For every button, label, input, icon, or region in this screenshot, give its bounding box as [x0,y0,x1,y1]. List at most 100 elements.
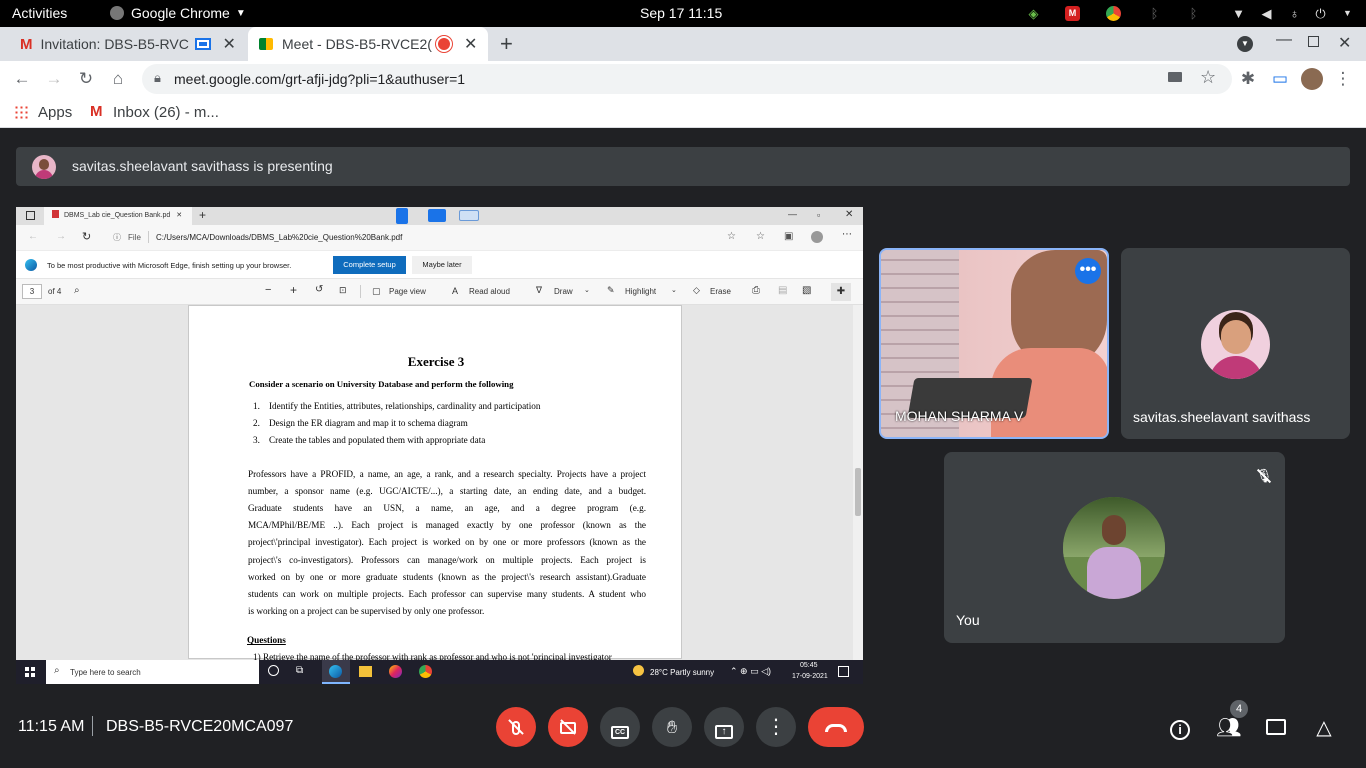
captions-icon: CC [611,726,629,739]
kebab-menu-icon[interactable]: ⋮ [1333,69,1353,89]
cast-icon[interactable]: ▭ [1270,69,1290,89]
tab-label: Meet - DBS-B5-RVCE2( [282,36,432,52]
minimize-button[interactable]: — [1276,31,1292,49]
caret-down-icon: ▼ [235,7,246,19]
para-line: worked on by one or more graduate studen… [248,572,646,582]
participant-tile-you[interactable]: 🎙︎ You [944,452,1285,643]
task-number: 2. [253,418,260,428]
forward-arrow-icon[interactable]: → [44,69,64,89]
captions-button[interactable]: CC [600,707,640,747]
search-icon: ⌕ [74,285,80,296]
firefox-icon [389,665,402,678]
people-icon[interactable]: 👥︎ [1216,716,1241,740]
hang-up-icon [825,724,847,732]
read-aloud-icon: A [452,286,459,296]
new-tab-icon: + [199,208,207,222]
edge-banner-text: To be most productive with Microsoft Edg… [47,261,292,270]
intro-text: Consider a scenario on University Databa… [249,379,514,389]
accessibility-icon [396,208,408,224]
footer-separator [92,716,93,736]
leave-call-button[interactable] [808,707,864,747]
draw-button: Draw [554,287,573,296]
power-icon[interactable]: ⏻ [1313,6,1328,21]
tab-meet[interactable]: Meet - DBS-B5-RVCE2( ✕ [248,27,488,61]
footer-time: 11:15 AM [18,718,85,735]
pdf-page: Exercise 3 Consider a scenario on Univer… [188,305,682,662]
camera-icon[interactable] [1168,72,1182,82]
gmail-icon: M [20,35,33,53]
activities-icon[interactable]: △ [1312,716,1336,740]
update-icon[interactable]: ◈ [1026,6,1041,21]
participant-name: savitas.sheelavant savithass [1133,409,1311,425]
close-window-button[interactable]: ✕ [1338,33,1351,53]
page-count: of 4 [48,287,62,296]
highlight-button: Highlight [625,287,657,296]
clock[interactable]: Sep 17 11:15 [640,5,722,21]
app-menu[interactable]: Google Chrome ▼ [110,5,246,21]
edge-setup-banner: To be most productive with Microsoft Edg… [16,252,863,279]
back-arrow-icon[interactable]: ← [12,69,32,89]
os-top-bar: Activities Google Chrome ▼ Sep 17 11:15 … [0,0,1366,27]
extensions-icon[interactable]: ✱ [1238,69,1258,89]
meeting-code: DBS-B5-RVCE20MCA097 [106,718,294,735]
mic-toggle-button[interactable] [496,707,536,747]
raise-hand-button[interactable]: ✋︎ [652,707,692,747]
forward-arrow-icon: → [56,231,66,242]
more-options-button[interactable]: ⋮ [756,707,796,747]
wifi-icon[interactable]: ▼ [1231,6,1246,21]
read-aloud-button: Read aloud [469,287,510,296]
tab-gmail-invitation[interactable]: M Invitation: DBS-B5-RVC ✕ [10,27,246,61]
home-icon[interactable]: ⌂ [108,69,128,89]
participant-tile-mohan[interactable]: ••• MOHAN SHARMA V [879,248,1109,439]
close-icon: ✕ [845,209,854,220]
bluetooth-icon[interactable]: ᛒ [1147,6,1162,21]
close-icon[interactable]: ✕ [464,34,477,54]
participant-tile-savitas[interactable]: savitas.sheelavant savithass [1121,248,1350,439]
erase-button: Erase [710,287,731,296]
shared-screen: DBMS_Lab cie_Question Bank.pd ✕ + — ▫ ✕ ←… [16,207,863,684]
taskbar-search: ⌕ Type here to search [46,660,259,684]
collections-icon: ▣ [784,231,794,242]
info-icon: ⓘ [113,233,121,242]
participant-avatar [1201,310,1270,379]
bookmark-apps[interactable]: Apps [38,104,72,121]
pin-icon: ✚ [831,283,851,301]
lock-icon[interactable]: 🔒︎ [154,70,161,86]
meet-icon [259,38,273,50]
star-icon[interactable]: ☆ [1200,67,1216,88]
url-text[interactable]: meet.google.com/grt-afji-jdg?pli=1&authu… [174,71,465,87]
reload-icon[interactable]: ↻ [76,69,96,89]
activities-button[interactable]: Activities [12,5,67,21]
meeting-details-icon[interactable]: i [1168,716,1192,740]
volume-icon[interactable]: ◀ [1259,6,1274,21]
weather-text: 28°C Partly sunny [650,668,715,677]
bookmark-inbox[interactable]: Inbox (26) - m... [113,104,219,121]
bluetooth-icon[interactable]: ᛒ [1186,6,1201,21]
address-bar[interactable]: 🔒︎ meet.google.com/grt-afji-jdg?pli=1&au… [142,64,1232,94]
close-icon[interactable]: ✕ [223,34,236,54]
chat-icon[interactable] [1264,716,1288,740]
microphone-icon[interactable]: ♁ [1287,6,1302,21]
save-icon: ▤ [778,285,788,296]
task-item: Identify the Entities, attributes, relat… [269,401,541,411]
more-options-button[interactable]: ••• [1075,258,1101,284]
edge-tab-title: DBMS_Lab cie_Question Bank.pd [64,212,171,219]
tab-search-icon[interactable]: ▼ [1237,36,1253,52]
camera-toggle-button[interactable] [548,707,588,747]
present-now-button[interactable]: ↑ [704,707,744,747]
close-icon: ✕ [176,212,183,219]
restore-button[interactable] [1308,36,1319,47]
save-as-icon: ▧ [802,285,812,296]
new-tab-button[interactable]: + [500,31,513,57]
mcafee-icon[interactable]: M [1065,6,1080,21]
rotate-icon: ↺ [315,284,324,295]
chrome-tray-icon[interactable] [1106,6,1121,21]
para-line: MCA/MPhil/BE/ME ..). Each project is man… [248,520,646,530]
participant-count-badge: 4 [1230,700,1248,718]
taskbar-edge [322,660,350,684]
task-number: 1. [253,401,260,411]
tray-icons: ⌃ ⊕ ▭ ◁) [730,666,772,676]
profile-avatar[interactable] [1301,68,1323,90]
kebab-menu-icon: ⋮ [766,716,786,738]
caret-down-icon[interactable]: ▼ [1340,6,1355,21]
